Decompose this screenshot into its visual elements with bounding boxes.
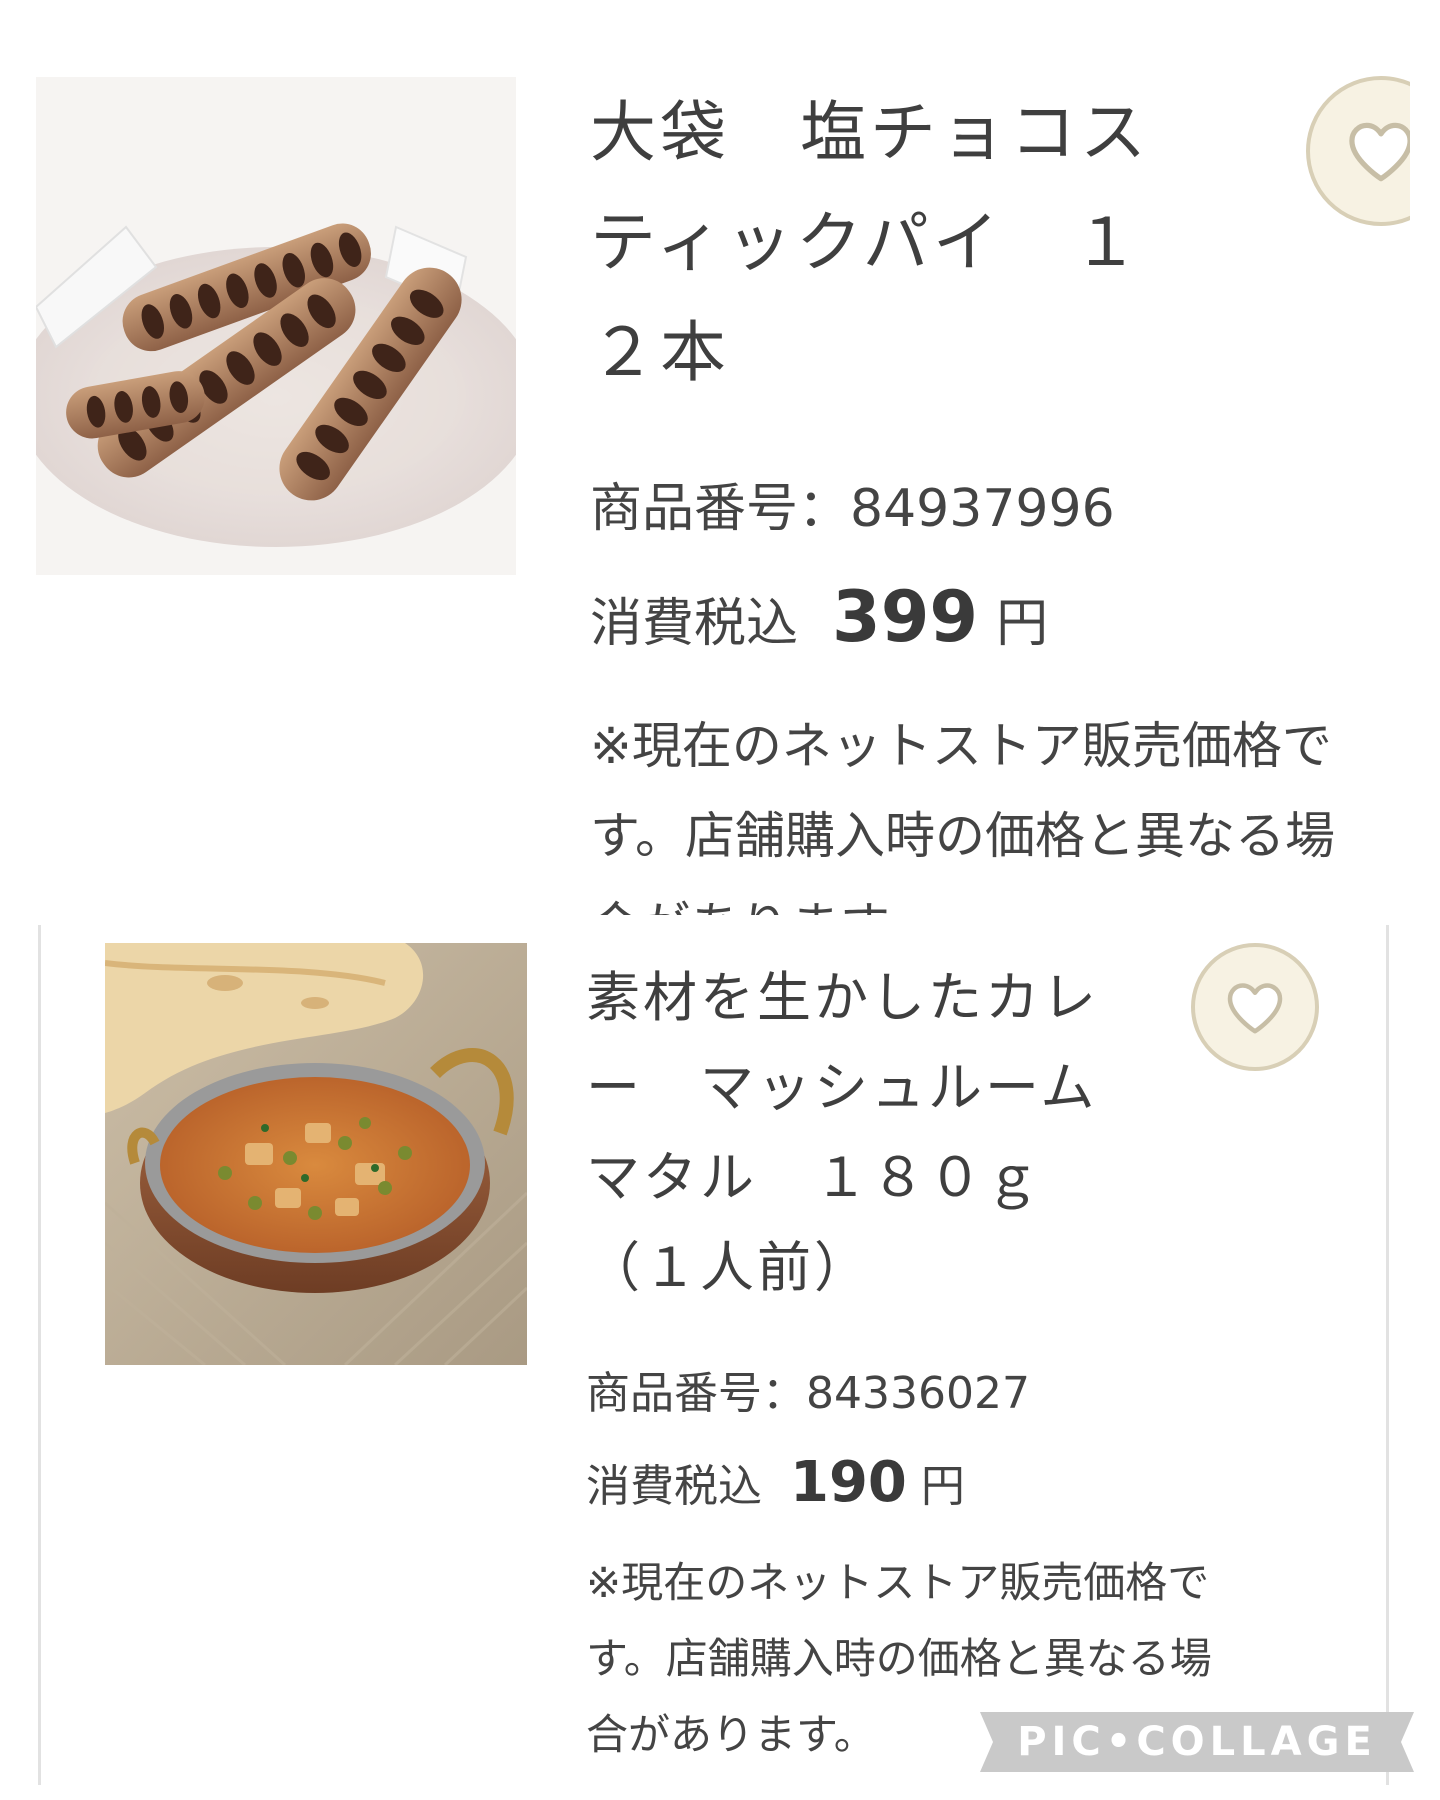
product-title-line: マタル １８０ｇ: [586, 1146, 1042, 1209]
panel-edge: [1410, 0, 1440, 915]
price-currency: 円: [996, 594, 1049, 654]
product-price: 消費税込 399 円: [590, 572, 1420, 669]
product-price: 消費税込 190 円: [586, 1443, 1326, 1527]
heart-icon: [1349, 122, 1413, 182]
choco-stick-pie-illustration: [36, 77, 516, 575]
price-label: 消費税込: [590, 594, 799, 654]
product-number: 商品番号：84937996: [590, 470, 1420, 548]
price-note-line: ※現在のネットストア販売価格で: [586, 1558, 1210, 1607]
product-number-label: 商品番号：: [590, 479, 851, 539]
product-image-choco-stick-pie[interactable]: [36, 77, 516, 575]
product-title[interactable]: 素材を生かしたカレ ー マッシュルーム マタル １８０ｇ （１人前）: [586, 953, 1106, 1313]
product-number-value: 84937996: [850, 479, 1115, 539]
product-info: 大袋 塩チョコスティックパイ １２本 商品番号：84937996 消費税込 399…: [590, 78, 1420, 915]
price-currency: 円: [920, 1461, 965, 1512]
price-amount: 399: [832, 576, 979, 658]
product-number-value: 84336027: [806, 1368, 1030, 1419]
product-number-label: 商品番号：: [586, 1368, 806, 1419]
product-card-choco-stick: 大袋 塩チョコスティックパイ １２本 商品番号：84937996 消費税込 399…: [0, 0, 1440, 915]
product-title-line: ー マッシュルーム: [586, 1056, 1098, 1119]
price-note-line: ※現在のネットストア販売価格で: [590, 717, 1332, 775]
price-amount: 190: [790, 1450, 907, 1515]
favorite-button[interactable]: [1191, 943, 1319, 1071]
product-title-line: （１人前）: [586, 1236, 871, 1299]
price-note-line: す。店舗購入時の価格と異なる場: [590, 807, 1335, 865]
price-note-line: す。店舗購入時の価格と異なる場: [586, 1634, 1212, 1683]
price-note-line: 合があります。: [590, 881, 1420, 915]
product-info: 素材を生かしたカレ ー マッシュルーム マタル １８０ｇ （１人前） 商品番号：…: [586, 953, 1326, 1773]
product-number: 商品番号：84336027: [586, 1359, 1326, 1429]
price-note: ※現在のネットストア販売価格で す。店舗購入時の価格と異なる場 合があります。: [590, 701, 1420, 915]
product-card-curry: 素材を生かしたカレ ー マッシュルーム マタル １８０ｇ （１人前） 商品番号：…: [38, 925, 1389, 1785]
heart-icon: [1227, 982, 1283, 1033]
pic-collage-watermark: PIC•COLLAGE: [980, 1712, 1414, 1772]
product-image-curry[interactable]: [105, 943, 527, 1365]
curry-bowl-illustration: [105, 943, 527, 1365]
product-title-line: 素材を生かしたカレ: [586, 966, 1099, 1029]
price-label: 消費税込: [586, 1461, 762, 1512]
product-title[interactable]: 大袋 塩チョコスティックパイ １２本: [590, 78, 1210, 408]
